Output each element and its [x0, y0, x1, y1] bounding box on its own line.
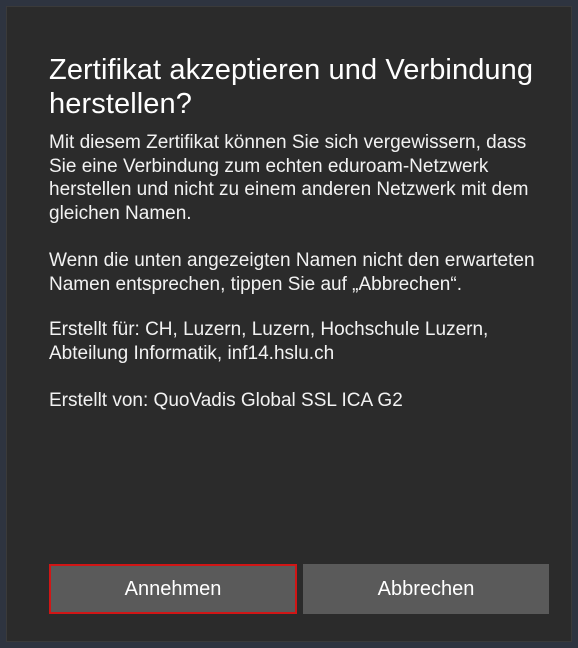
dialog-title: Zertifikat akzeptieren und Verbindung he… — [49, 54, 534, 120]
issued-to-text: Erstellt für: CH, Luzern, Luzern, Hochsc… — [49, 319, 489, 364]
cancel-button-label: Abbrechen — [377, 577, 475, 600]
cancel-button[interactable]: Abbrechen — [303, 564, 549, 614]
accept-button-label: Annehmen — [124, 577, 222, 600]
issued-by-text: Erstellt von: QuoVadis Global SSL ICA G2 — [49, 390, 403, 411]
certificate-dialog: Zertifikat akzeptieren und Verbindung he… — [6, 6, 572, 642]
mismatch-instruction: Wenn die unten angezeigten Namen nicht d… — [49, 250, 535, 295]
accept-button[interactable]: Annehmen — [49, 564, 297, 614]
dialog-buttons: Annehmen Abbrechen — [49, 564, 557, 614]
dialog-content: Zertifikat akzeptieren und Verbindung he… — [49, 53, 559, 413]
certificate-explanation: Mit diesem Zertifikat können Sie sich ve… — [49, 132, 529, 224]
